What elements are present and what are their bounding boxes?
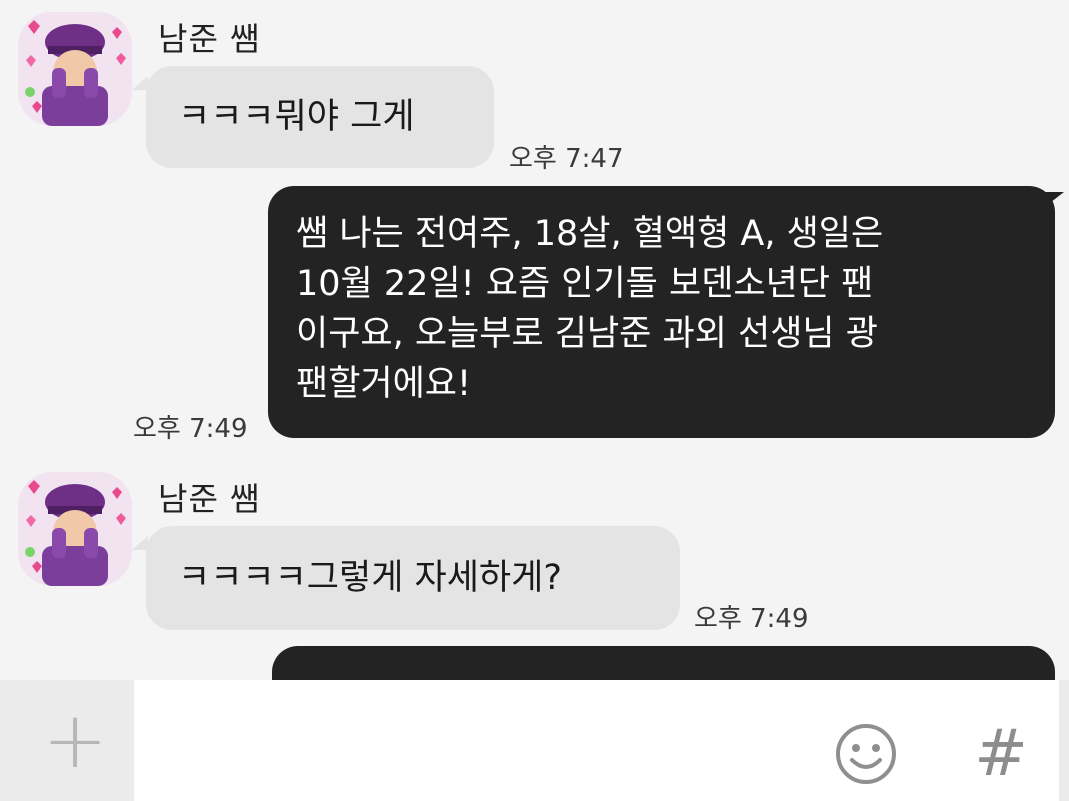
- message-text: ㅋㅋㅋ뭐야 그게: [178, 97, 415, 137]
- avatar-image: [18, 12, 132, 126]
- message-text-line: 팬할거에요!: [296, 364, 472, 404]
- sender-avatar[interactable]: [18, 12, 132, 126]
- add-attachment-button[interactable]: +: [20, 680, 130, 801]
- message-input[interactable]: [134, 680, 1059, 801]
- message-timestamp: 오후 7:47: [509, 144, 624, 174]
- sender-avatar[interactable]: [18, 472, 132, 586]
- outgoing-message-bubble-partial[interactable]: [272, 646, 1055, 680]
- message-timestamp: 오후 7:49: [694, 604, 809, 634]
- sender-name: 남준 쌤: [158, 480, 261, 518]
- message-text-line: 쌤 나는 전여주, 18살, 혈액형 A, 생일은: [296, 214, 884, 254]
- message-text-line: 10월 22일! 요즘 인기돌 보덴소년단 팬: [296, 264, 874, 304]
- outgoing-message-bubble[interactable]: 쌤 나는 전여주, 18살, 혈액형 A, 생일은 10월 22일! 요즘 인기…: [268, 186, 1055, 438]
- bubble-tail: [1046, 192, 1064, 206]
- incoming-message-bubble[interactable]: ㅋㅋㅋ뭐야 그게: [146, 66, 494, 168]
- chat-area[interactable]: 남준 쌤 ㅋㅋㅋ뭐야 그게 오후 7:47 오후 7:49 쌤 나는 전여주, …: [0, 0, 1069, 680]
- message-text-line: 이구요, 오늘부로 김남준 과외 선생님 광: [296, 314, 878, 354]
- message-timestamp: 오후 7:49: [133, 414, 248, 444]
- smiley-icon[interactable]: [834, 722, 898, 786]
- sender-name: 남준 쌤: [158, 20, 261, 58]
- message-text: ㅋㅋㅋㅋ그렇게 자세하게?: [178, 558, 562, 598]
- hashtag-button[interactable]: #: [966, 714, 1036, 794]
- avatar-image: [18, 472, 132, 586]
- message-input-bar: + #: [0, 680, 1069, 801]
- incoming-message-bubble[interactable]: ㅋㅋㅋㅋ그렇게 자세하게?: [146, 526, 680, 630]
